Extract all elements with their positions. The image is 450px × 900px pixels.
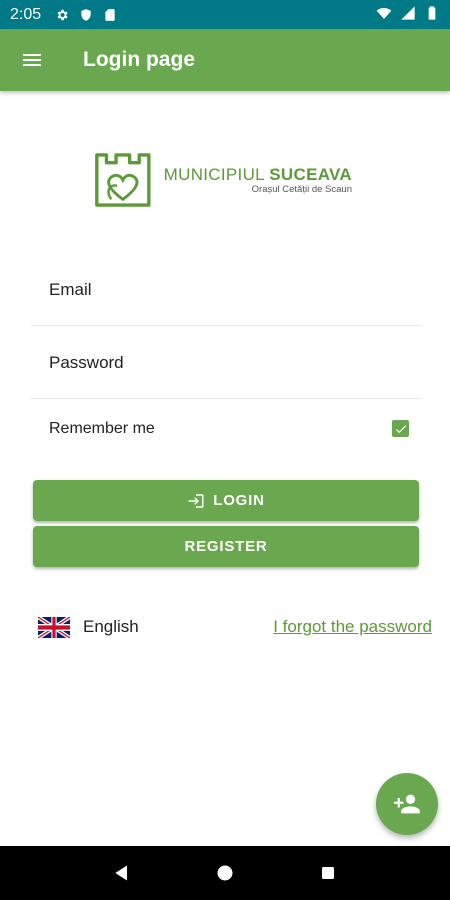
login-button[interactable]: LOGIN [33, 480, 419, 521]
remember-me-checkbox[interactable] [392, 420, 409, 437]
battery-icon [424, 5, 440, 25]
remember-me-row: Remember me [49, 414, 409, 444]
municipality-logo: MUNICIPIUL SUCEAVA Orașul Cetății de Sca… [92, 148, 352, 212]
logo-subtitle: Orașul Cetății de Scaun [251, 184, 352, 195]
shield-icon [79, 8, 93, 22]
logo-title-bold: SUCEAVA [269, 165, 352, 184]
home-icon[interactable] [210, 858, 240, 888]
language-label: English [83, 617, 139, 636]
login-label: LOGIN [213, 492, 265, 509]
register-button[interactable]: REGISTER [33, 526, 419, 567]
app-bar: Login page [0, 29, 450, 91]
checkmark-icon [395, 424, 406, 433]
status-time: 2:05 [10, 5, 42, 23]
hamburger-menu-icon[interactable] [0, 29, 64, 91]
forgot-password-link[interactable]: I forgot the password [273, 617, 432, 637]
password-field-container [31, 327, 421, 399]
wifi-icon [376, 5, 392, 25]
sim-card-icon [103, 8, 117, 22]
castle-heart-icon [95, 153, 151, 207]
email-input[interactable] [49, 279, 421, 300]
system-navigation-bar [0, 846, 450, 900]
remember-me-label: Remember me [49, 420, 155, 437]
logo-title-prefix: MUNICIPIUL [163, 165, 270, 184]
back-icon[interactable] [107, 858, 137, 888]
signal-icon [400, 5, 416, 25]
add-user-icon [394, 794, 420, 814]
gear-icon [55, 8, 69, 22]
uk-flag-icon [38, 616, 70, 638]
email-field-container [31, 254, 421, 326]
password-input[interactable] [49, 352, 421, 373]
login-icon [187, 492, 205, 510]
page-title: Login page [83, 48, 195, 71]
status-bar: 2:05 [0, 0, 450, 29]
register-label: REGISTER [184, 538, 268, 555]
language-selector[interactable]: English [38, 615, 139, 639]
logo-title: MUNICIPIUL SUCEAVA [164, 165, 352, 185]
recents-icon[interactable] [313, 858, 343, 888]
add-user-button[interactable] [376, 773, 438, 835]
